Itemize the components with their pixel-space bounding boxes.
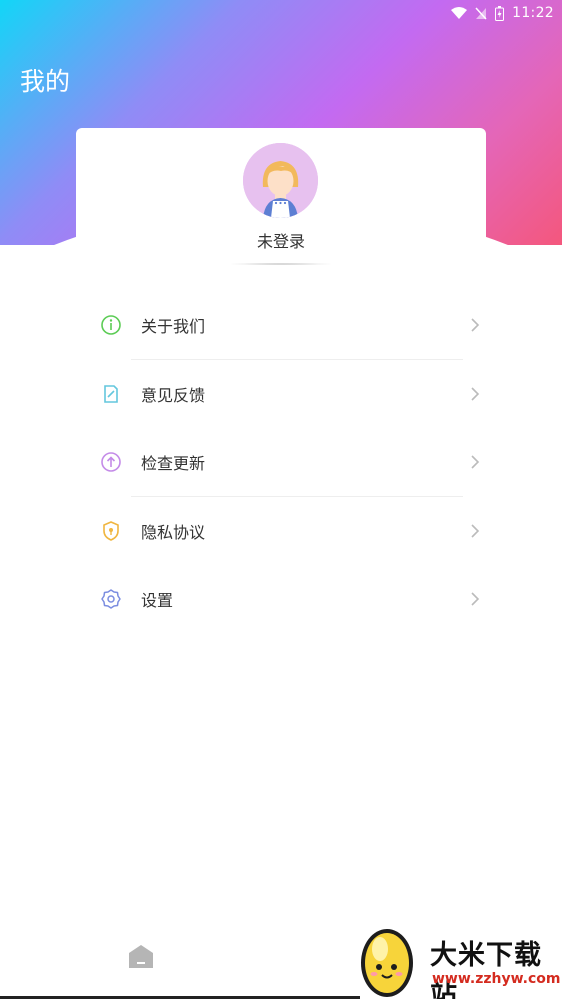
avatar-girl-icon [243, 143, 318, 218]
page-title: 我的 [20, 67, 71, 96]
menu-item-about[interactable]: 关于我们 [0, 291, 562, 360]
watermark-title: 大米下载站 [430, 940, 542, 999]
info-icon [101, 315, 121, 335]
menu-item-update[interactable]: 检查更新 [0, 428, 562, 497]
update-icon [101, 452, 121, 472]
chevron-right-icon [471, 318, 480, 332]
profile-card[interactable]: 未登录 [76, 128, 486, 270]
shield-icon [103, 520, 119, 541]
menu-item-settings[interactable]: 设置 [0, 565, 562, 634]
clock: 11:22 [512, 5, 554, 21]
battery-icon [495, 5, 505, 21]
settings-menu: 关于我们 意见反馈 检查更新 隐私协议 设置 [0, 291, 562, 634]
wifi-icon [451, 7, 468, 19]
chevron-right-icon [471, 455, 480, 469]
login-status-label[interactable]: 未登录 [76, 228, 486, 252]
menu-item-label: 设置 [141, 591, 174, 610]
menu-item-label: 意见反馈 [141, 385, 206, 405]
watermark: 大米下载站 www.zzhyw.com [352, 915, 562, 999]
menu-item-label: 关于我们 [141, 317, 206, 336]
settings-icon [101, 589, 121, 609]
chevron-right-icon [471, 523, 480, 538]
feedback-icon [104, 384, 118, 403]
signal-icon [475, 6, 487, 20]
home-icon[interactable] [128, 943, 154, 969]
chevron-right-icon [471, 592, 480, 606]
menu-item-label: 检查更新 [141, 454, 206, 473]
status-bar: 11:22 [0, 0, 562, 26]
chevron-right-icon [471, 386, 480, 401]
profile-divider [231, 263, 331, 265]
menu-item-label: 隐私协议 [141, 522, 206, 542]
egg-mascot-icon [361, 929, 413, 997]
watermark-url: www.zzhyw.com [432, 971, 561, 987]
menu-item-feedback[interactable]: 意见反馈 [0, 360, 562, 429]
avatar[interactable] [243, 143, 318, 218]
menu-item-privacy[interactable]: 隐私协议 [0, 497, 562, 566]
